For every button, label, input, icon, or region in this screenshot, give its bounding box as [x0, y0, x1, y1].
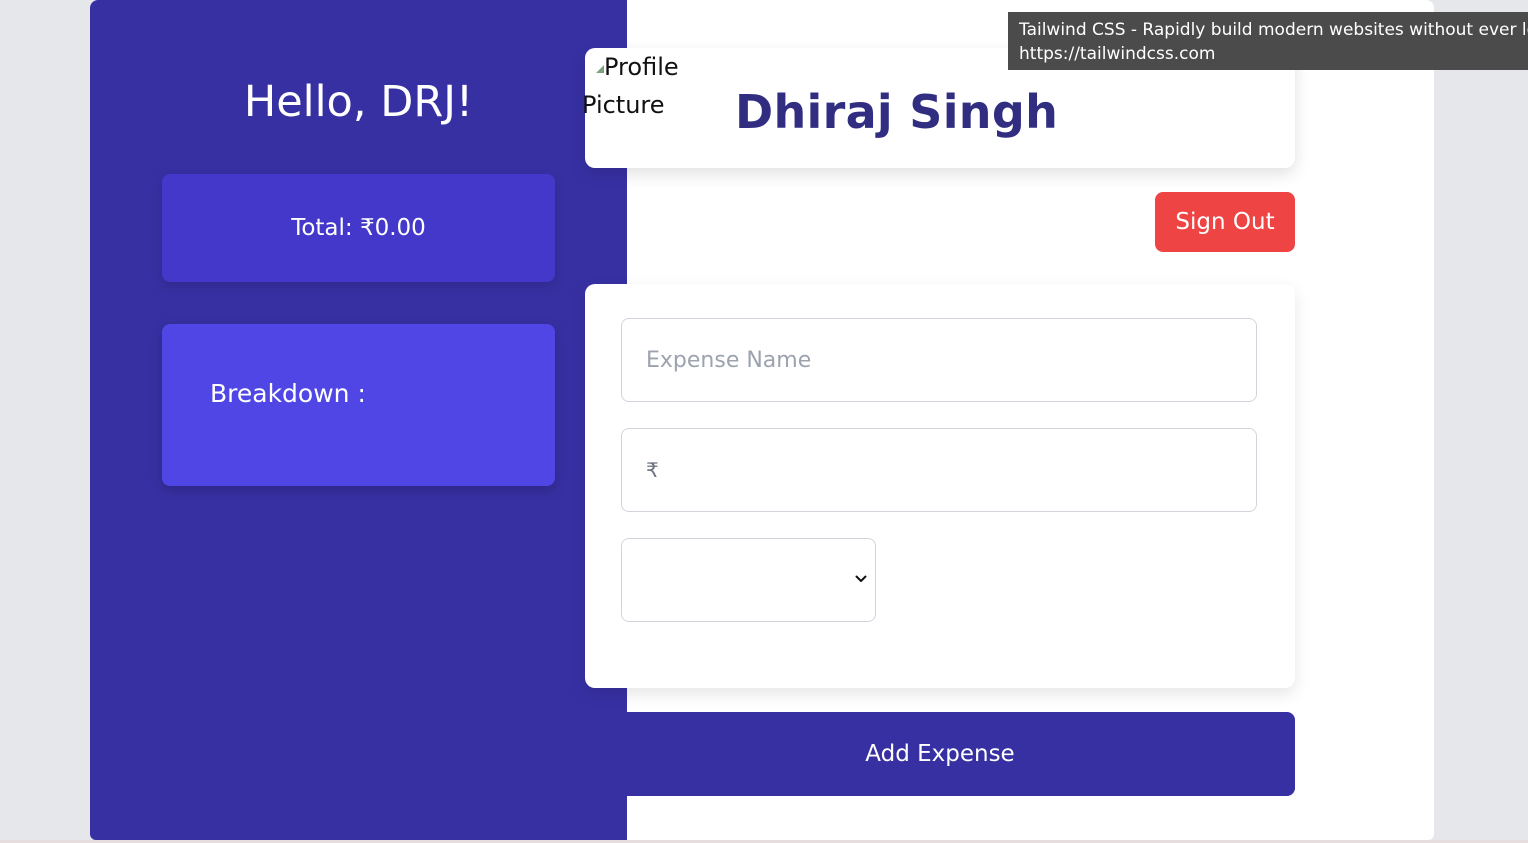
amount-input[interactable] — [622, 429, 1256, 511]
total-label: Total: ₹0.00 — [291, 215, 426, 241]
amount-field[interactable]: ₹ — [621, 428, 1257, 512]
expense-name-input[interactable] — [622, 319, 1256, 401]
profile-name: Dhiraj Singh — [735, 85, 1059, 139]
summary-sidebar: Hello, DRJ! Total: ₹0.00 Breakdown : — [90, 0, 627, 840]
add-expense-button[interactable]: Add Expense — [585, 712, 1295, 796]
profile-picture-alt-line2: Picture — [582, 91, 665, 119]
tooltip-title: Tailwind CSS - Rapidly build modern webs… — [1019, 20, 1528, 40]
chevron-down-icon — [855, 575, 867, 582]
broken-image-icon — [596, 65, 604, 73]
link-tooltip: Tailwind CSS - Rapidly build modern webs… — [1008, 12, 1528, 70]
tooltip-url: https://tailwindcss.com — [1019, 44, 1216, 64]
profile-picture: Profile Picture — [582, 48, 692, 128]
expense-name-field[interactable] — [621, 318, 1257, 402]
expense-form: ₹ — [585, 284, 1295, 688]
category-select[interactable] — [621, 538, 876, 622]
greeting-heading: Hello, DRJ! — [243, 77, 474, 127]
sign-out-button[interactable]: Sign Out — [1155, 192, 1295, 252]
breakdown-card: Breakdown : — [162, 324, 555, 486]
breakdown-label: Breakdown : — [210, 379, 366, 408]
total-card: Total: ₹0.00 — [162, 174, 555, 282]
profile-picture-alt-line1: Profile — [604, 53, 679, 81]
